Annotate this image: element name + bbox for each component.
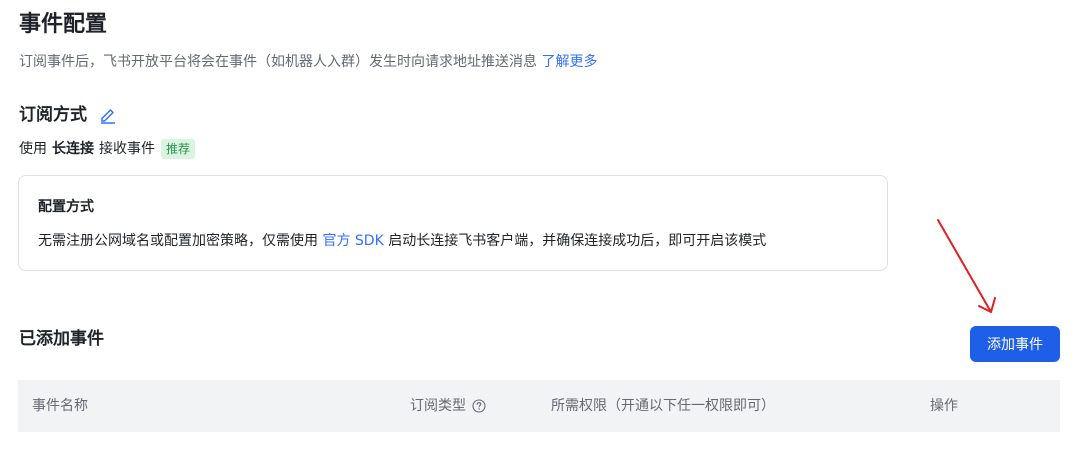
column-required-permissions: 所需权限（开通以下任一权限即可）: [551, 398, 775, 414]
subscription-section-title: 订阅方式: [19, 103, 117, 127]
annotation-arrow: [937, 219, 996, 313]
config-info-box: 配置方式 无需注册公网域名或配置加密策略，仅需使用 官方 SDK 启动长连接飞书…: [18, 175, 888, 271]
config-box-title: 配置方式: [38, 199, 94, 215]
learn-more-link[interactable]: 了解更多: [541, 54, 597, 70]
add-event-button[interactable]: 添加事件: [970, 326, 1060, 362]
added-events-title: 已添加事件: [19, 329, 104, 349]
column-event-name: 事件名称: [32, 398, 88, 414]
column-subscription-type: 订阅类型: [410, 396, 486, 416]
page-description: 订阅事件后，飞书开放平台将会在事件（如机器人入群）发生时向请求地址推送消息 了解…: [19, 52, 597, 72]
event-config-page: 事件配置 订阅事件后，飞书开放平台将会在事件（如机器人入群）发生时向请求地址推送…: [0, 0, 1080, 458]
official-sdk-link[interactable]: 官方 SDK: [322, 233, 383, 249]
mode-suffix: 接收事件: [99, 141, 155, 157]
recommended-badge: 推荐: [161, 139, 196, 159]
config-text-after: 启动长连接飞书客户端，并确保连接成功后，即可开启该模式: [383, 233, 767, 249]
column-operations: 操作: [930, 398, 958, 414]
column-subscription-type-label: 订阅类型: [410, 398, 466, 414]
mode-name: 长连接: [52, 141, 94, 157]
subscription-mode-line: 使用 长连接 接收事件 推荐: [19, 139, 196, 159]
events-table-header: 事件名称 订阅类型 所需权限（开通以下任一权限即可） 操作: [18, 380, 1060, 432]
config-box-text: 无需注册公网域名或配置加密策略，仅需使用 官方 SDK 启动长连接飞书客户端，并…: [38, 231, 766, 251]
pencil-icon[interactable]: [99, 106, 117, 124]
config-text-before: 无需注册公网域名或配置加密策略，仅需使用: [38, 233, 323, 249]
mode-prefix: 使用: [19, 141, 47, 157]
subscription-title-text: 订阅方式: [19, 105, 87, 125]
question-circle-icon[interactable]: [472, 399, 486, 413]
page-title: 事件配置: [19, 12, 108, 37]
description-text: 订阅事件后，飞书开放平台将会在事件（如机器人入群）发生时向请求地址推送消息: [19, 54, 542, 70]
